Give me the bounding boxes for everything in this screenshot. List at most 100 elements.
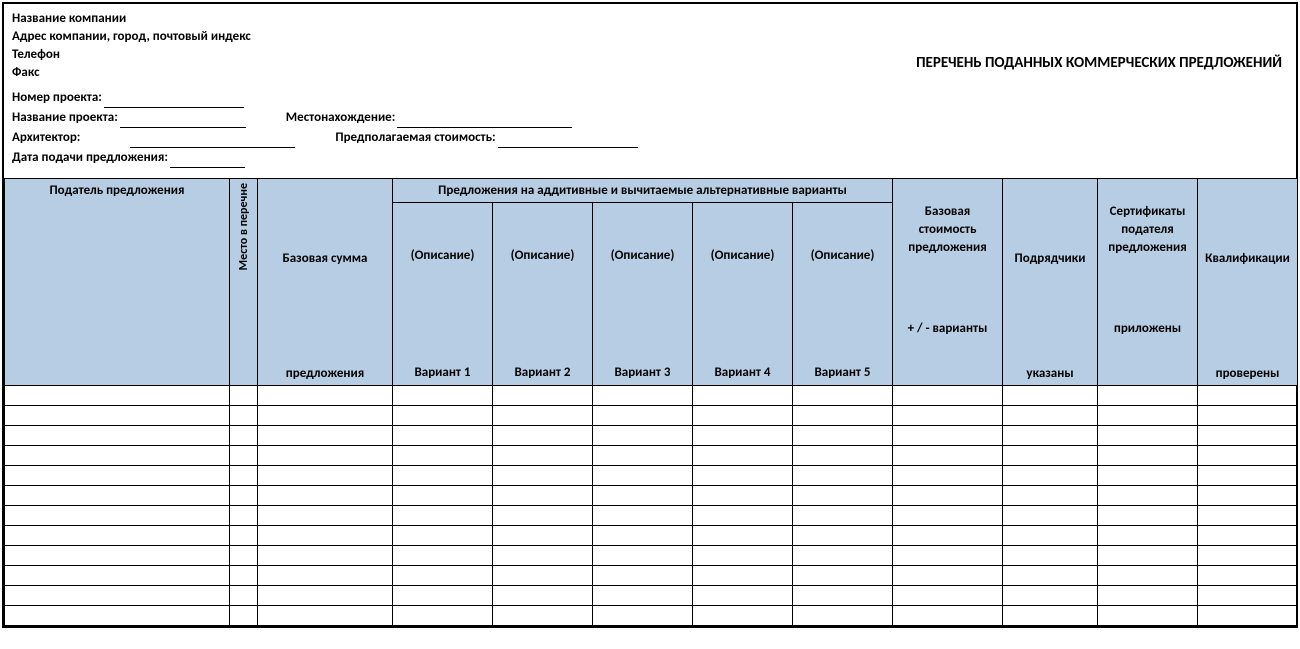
- table-cell[interactable]: [493, 606, 593, 626]
- table-cell[interactable]: [1198, 446, 1298, 466]
- table-cell[interactable]: [793, 566, 893, 586]
- table-cell[interactable]: [258, 386, 393, 406]
- table-cell[interactable]: [893, 426, 1003, 446]
- table-cell[interactable]: [593, 506, 693, 526]
- table-cell[interactable]: [493, 426, 593, 446]
- table-cell[interactable]: [258, 406, 393, 426]
- table-cell[interactable]: [893, 586, 1003, 606]
- table-cell[interactable]: [793, 486, 893, 506]
- table-cell[interactable]: [793, 606, 893, 626]
- table-cell[interactable]: [1098, 486, 1198, 506]
- table-cell[interactable]: [793, 466, 893, 486]
- table-cell[interactable]: [1003, 406, 1098, 426]
- table-cell[interactable]: [258, 546, 393, 566]
- table-cell[interactable]: [593, 526, 693, 546]
- table-cell[interactable]: [793, 586, 893, 606]
- table-cell[interactable]: [258, 586, 393, 606]
- table-cell[interactable]: [230, 546, 258, 566]
- table-cell[interactable]: [893, 526, 1003, 546]
- table-cell[interactable]: [5, 486, 230, 506]
- table-cell[interactable]: [893, 466, 1003, 486]
- table-cell[interactable]: [5, 606, 230, 626]
- table-cell[interactable]: [393, 446, 493, 466]
- table-cell[interactable]: [258, 606, 393, 626]
- table-cell[interactable]: [493, 466, 593, 486]
- table-cell[interactable]: [1003, 426, 1098, 446]
- table-cell[interactable]: [893, 506, 1003, 526]
- table-cell[interactable]: [493, 526, 593, 546]
- table-cell[interactable]: [5, 446, 230, 466]
- table-cell[interactable]: [1098, 526, 1198, 546]
- table-cell[interactable]: [1098, 506, 1198, 526]
- table-cell[interactable]: [1198, 546, 1298, 566]
- table-cell[interactable]: [1003, 566, 1098, 586]
- table-cell[interactable]: [5, 586, 230, 606]
- table-cell[interactable]: [5, 546, 230, 566]
- table-cell[interactable]: [393, 486, 493, 506]
- table-cell[interactable]: [230, 486, 258, 506]
- table-cell[interactable]: [258, 506, 393, 526]
- table-cell[interactable]: [893, 386, 1003, 406]
- table-cell[interactable]: [5, 406, 230, 426]
- table-cell[interactable]: [5, 526, 230, 546]
- table-cell[interactable]: [393, 526, 493, 546]
- table-cell[interactable]: [793, 546, 893, 566]
- table-cell[interactable]: [230, 526, 258, 546]
- table-cell[interactable]: [230, 426, 258, 446]
- table-cell[interactable]: [393, 406, 493, 426]
- table-cell[interactable]: [1198, 426, 1298, 446]
- table-cell[interactable]: [793, 506, 893, 526]
- table-cell[interactable]: [593, 566, 693, 586]
- table-cell[interactable]: [5, 506, 230, 526]
- table-cell[interactable]: [1098, 546, 1198, 566]
- table-cell[interactable]: [793, 446, 893, 466]
- table-cell[interactable]: [393, 546, 493, 566]
- table-cell[interactable]: [593, 606, 693, 626]
- table-cell[interactable]: [1003, 526, 1098, 546]
- table-cell[interactable]: [258, 466, 393, 486]
- table-cell[interactable]: [1098, 406, 1198, 426]
- table-cell[interactable]: [593, 426, 693, 446]
- table-cell[interactable]: [258, 526, 393, 546]
- table-cell[interactable]: [1098, 466, 1198, 486]
- table-cell[interactable]: [593, 386, 693, 406]
- table-cell[interactable]: [593, 466, 693, 486]
- table-cell[interactable]: [1098, 426, 1198, 446]
- table-cell[interactable]: [1198, 506, 1298, 526]
- table-cell[interactable]: [493, 546, 593, 566]
- table-cell[interactable]: [230, 506, 258, 526]
- bid-date-field[interactable]: [170, 152, 245, 168]
- table-cell[interactable]: [693, 606, 793, 626]
- table-cell[interactable]: [1003, 386, 1098, 406]
- table-cell[interactable]: [393, 466, 493, 486]
- table-cell[interactable]: [893, 406, 1003, 426]
- location-field[interactable]: [397, 112, 572, 128]
- table-cell[interactable]: [493, 386, 593, 406]
- table-cell[interactable]: [693, 466, 793, 486]
- table-cell[interactable]: [793, 406, 893, 426]
- table-cell[interactable]: [1198, 486, 1298, 506]
- table-cell[interactable]: [793, 386, 893, 406]
- table-cell[interactable]: [230, 566, 258, 586]
- table-cell[interactable]: [593, 486, 693, 506]
- table-cell[interactable]: [1098, 386, 1198, 406]
- table-cell[interactable]: [1098, 446, 1198, 466]
- table-cell[interactable]: [693, 426, 793, 446]
- table-cell[interactable]: [393, 586, 493, 606]
- table-cell[interactable]: [393, 606, 493, 626]
- table-cell[interactable]: [258, 566, 393, 586]
- table-cell[interactable]: [1198, 406, 1298, 426]
- table-cell[interactable]: [230, 406, 258, 426]
- table-cell[interactable]: [893, 566, 1003, 586]
- table-cell[interactable]: [693, 486, 793, 506]
- table-cell[interactable]: [230, 446, 258, 466]
- table-cell[interactable]: [1003, 606, 1098, 626]
- table-cell[interactable]: [493, 446, 593, 466]
- table-cell[interactable]: [1003, 446, 1098, 466]
- table-cell[interactable]: [593, 586, 693, 606]
- table-cell[interactable]: [793, 426, 893, 446]
- table-cell[interactable]: [1198, 586, 1298, 606]
- table-cell[interactable]: [5, 566, 230, 586]
- table-cell[interactable]: [1198, 606, 1298, 626]
- table-cell[interactable]: [693, 526, 793, 546]
